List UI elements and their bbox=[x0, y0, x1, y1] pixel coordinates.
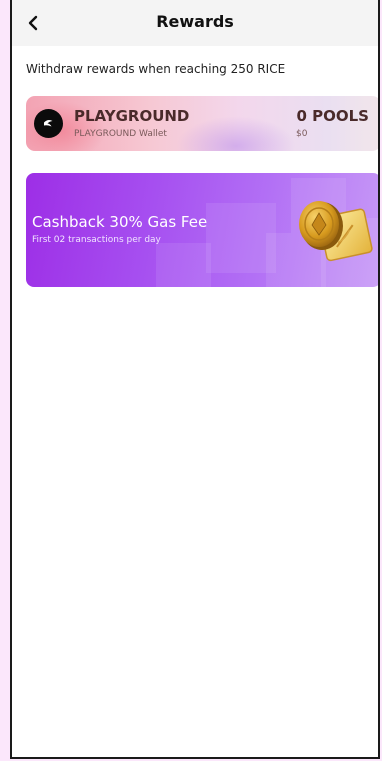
playground-wallet-card[interactable]: PLAYGROUND PLAYGROUND Wallet 0 POOLS $0 bbox=[26, 96, 378, 151]
cashback-banner[interactable]: Cashback 30% Gas Fee First 02 transactio… bbox=[26, 173, 378, 287]
wallet-name: PLAYGROUND bbox=[74, 107, 190, 125]
cashback-title: Cashback 30% Gas Fee bbox=[32, 213, 208, 231]
playground-logo-icon bbox=[34, 109, 63, 138]
decorative-cube bbox=[156, 243, 211, 287]
cashback-subtitle: First 02 transactions per day bbox=[32, 235, 161, 245]
app-frame: Rewards Withdraw rewards when reaching 2… bbox=[10, 0, 380, 759]
card-glow bbox=[176, 116, 296, 151]
pools-count: 0 POOLS bbox=[296, 107, 369, 125]
wallet-amount: $0 bbox=[296, 129, 308, 139]
page-title: Rewards bbox=[156, 12, 234, 31]
withdraw-notice: Withdraw rewards when reaching 250 RICE bbox=[26, 62, 286, 76]
wallet-label: PLAYGROUND Wallet bbox=[74, 129, 167, 139]
gold-coin-ticket-icon bbox=[299, 201, 373, 262]
header-bar: Rewards bbox=[12, 0, 378, 46]
